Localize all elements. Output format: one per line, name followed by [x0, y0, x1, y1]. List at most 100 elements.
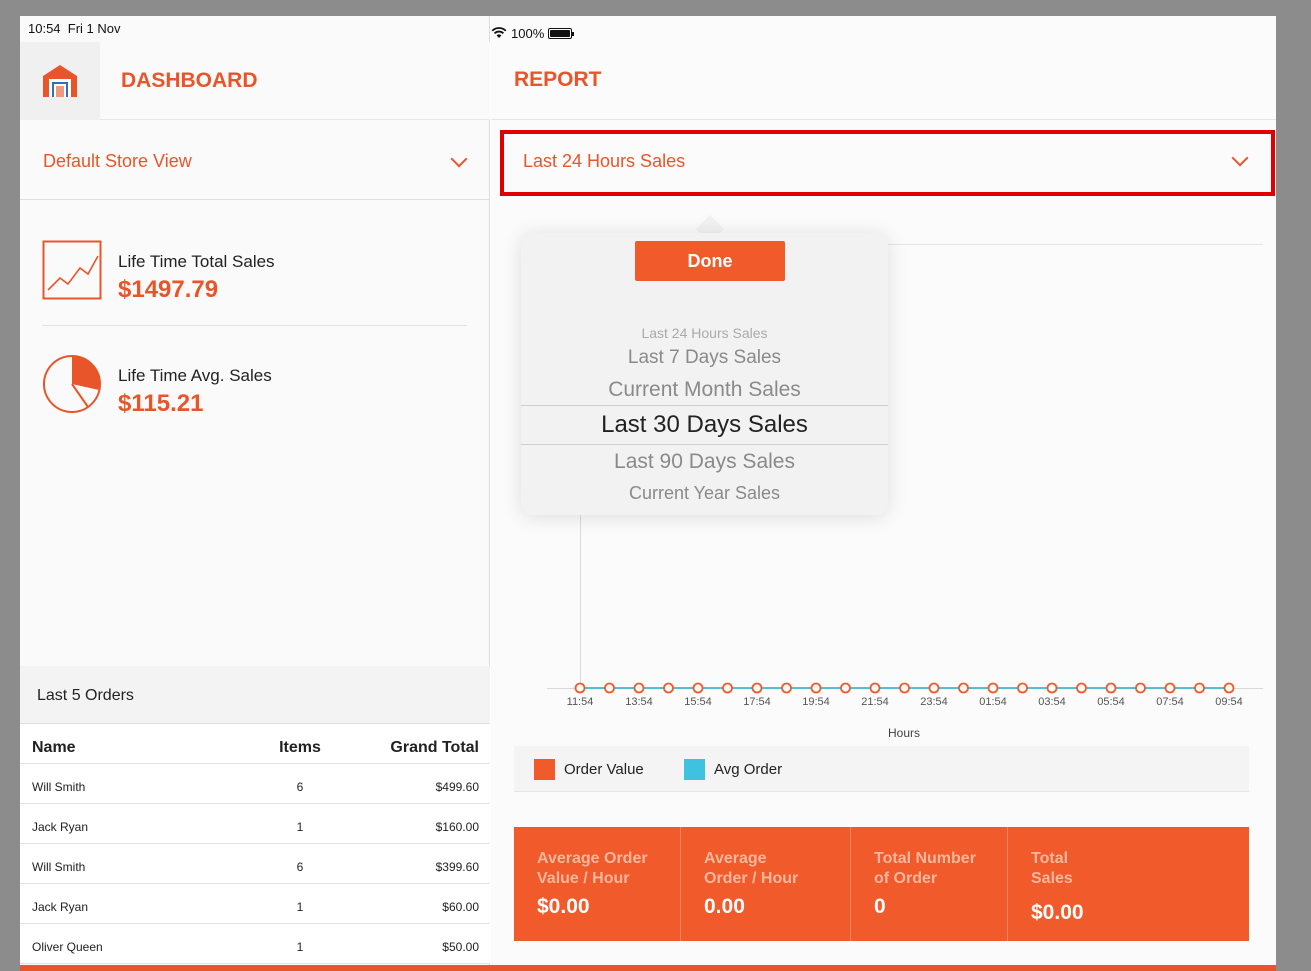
stat-label: Life Time Avg. Sales: [118, 366, 272, 385]
data-point: [633, 682, 645, 694]
data-point: [1135, 682, 1146, 694]
picker-option[interactable]: Current Year Sales: [521, 483, 888, 504]
col-items-header: Items: [279, 739, 321, 756]
status-bar: 10:54 Fri 1 Nov 100%: [20, 16, 1276, 46]
table-row[interactable]: Oliver Queen 1 $50.00: [20, 924, 490, 964]
picker-option[interactable]: Last 7 Days Sales: [521, 347, 888, 369]
data-point: [928, 682, 940, 694]
home-button[interactable]: [20, 42, 100, 120]
dashboard-pane: DASHBOARD Default Store View Life Time T…: [20, 16, 490, 971]
x-tick-label: 13:54: [625, 696, 653, 708]
sales-range-picker[interactable]: Done Last 24 Hours Sales Last 7 Days Sal…: [521, 233, 888, 515]
summary-total-sales: Total Sales $0.00: [1008, 827, 1249, 941]
data-point: [692, 682, 704, 694]
summary-avg-order: Average Order / Hour 0.00: [681, 827, 851, 941]
order-name: Oliver Queen: [32, 940, 103, 954]
ipad-screen: 10:54 Fri 1 Nov 100% DASHBOARD Default S…: [20, 16, 1276, 971]
data-point: [987, 682, 999, 694]
x-tick-label: 05:54: [1097, 696, 1125, 708]
picker-option[interactable]: Last 90 Days Sales: [521, 450, 888, 474]
summary-total-orders: Total Number of Order 0: [851, 827, 1008, 941]
order-total: $50.00: [442, 940, 479, 954]
battery-percent: 100%: [511, 25, 545, 41]
pie-chart-icon: [43, 355, 101, 413]
summary-caption: Total Number of Order: [874, 850, 976, 887]
order-total: $160.00: [435, 820, 479, 834]
data-point: [663, 682, 674, 694]
data-point: [574, 682, 586, 694]
order-name: Will Smith: [32, 860, 86, 874]
data-point: [810, 682, 822, 694]
stat-value: $115.21: [118, 390, 204, 417]
table-row[interactable]: Jack Ryan 1 $160.00: [20, 804, 490, 844]
order-name: Jack Ryan: [32, 820, 89, 834]
legend-label: Order Value: [564, 761, 644, 778]
x-tick-label: 17:54: [743, 696, 771, 708]
lifetime-total-sales: Life Time Total Sales $1497.79: [42, 240, 467, 326]
chart-x-label: Hours: [888, 726, 921, 740]
data-point: [1046, 682, 1058, 694]
summary-value: $0.00: [1031, 901, 1084, 924]
x-tick-label: 11:54: [567, 696, 594, 708]
done-button[interactable]: Done: [635, 241, 785, 281]
lifetime-avg-sales: Life Time Avg. Sales $115.21: [42, 354, 467, 454]
picker-option-selected[interactable]: Last 30 Days Sales: [521, 411, 888, 439]
x-tick-label: 07:54: [1156, 696, 1184, 708]
col-total-header: Grand Total: [390, 739, 479, 756]
order-name: Jack Ryan: [32, 900, 89, 914]
sales-summary: Average Order Value / Hour $0.00 Average O…: [514, 827, 1249, 941]
x-tick-label: 01:54: [979, 696, 1007, 708]
order-items: 1: [296, 900, 304, 914]
order-name: Will Smith: [32, 780, 86, 794]
data-point: [1076, 682, 1087, 694]
report-header: REPORT: [491, 42, 1276, 120]
x-tick-label: 21:54: [861, 696, 889, 708]
line-chart-icon: [42, 240, 102, 300]
last-orders-title: Last 5 Orders: [37, 687, 134, 704]
wifi-icon: [491, 27, 507, 38]
summary-caption: Average Order Value / Hour: [537, 850, 648, 887]
x-tick-label: 23:54: [920, 696, 948, 708]
status-time: 10:54 Fri 1 Nov: [28, 21, 121, 36]
table-row[interactable]: Jack Ryan 1 $60.00: [20, 884, 490, 924]
x-tick-label: 03:54: [1038, 696, 1066, 708]
bottom-accent-bar: [20, 965, 1276, 971]
status-right: 100%: [491, 20, 1276, 46]
data-point: [869, 682, 881, 694]
data-point: [781, 682, 792, 694]
summary-caption: Total Sales: [1031, 850, 1073, 887]
summary-avg-order-value: Average Order Value / Hour $0.00: [514, 827, 681, 941]
chart-legend: Order Value Avg Order: [514, 746, 1249, 792]
order-total: $499.60: [435, 780, 479, 794]
summary-value: 0: [874, 895, 886, 918]
data-point: [1105, 682, 1117, 694]
data-point: [604, 682, 615, 694]
summary-value: 0.00: [704, 895, 745, 918]
table-row[interactable]: Will Smith 6 $499.60: [20, 764, 490, 804]
store-view-label: Default Store View: [43, 151, 192, 171]
data-point: [899, 682, 910, 694]
col-name-header: Name: [32, 739, 76, 756]
table-header: Name Items Grand Total: [20, 724, 490, 764]
x-tick-label: 19:54: [802, 696, 830, 708]
summary-caption: Average Order / Hour: [704, 850, 799, 887]
data-point: [958, 682, 969, 694]
x-tick-label: 15:54: [684, 696, 712, 708]
table-row[interactable]: Will Smith 6 $399.60: [20, 844, 490, 884]
last-orders-header: Last 5 Orders: [20, 666, 490, 724]
sales-range-select[interactable]: Last 24 Hours Sales: [500, 130, 1275, 196]
picker-option[interactable]: Current Month Sales: [521, 378, 888, 402]
order-total: $60.00: [442, 900, 479, 914]
legend-swatch-avg-order: [684, 759, 705, 780]
data-point: [1164, 682, 1176, 694]
data-point: [840, 682, 851, 694]
report-title: REPORT: [514, 68, 602, 91]
order-total: $399.60: [435, 860, 479, 874]
store-view-select[interactable]: Default Store View: [20, 120, 490, 200]
dashboard-header: DASHBOARD: [20, 42, 490, 120]
picker-option[interactable]: Last 24 Hours Sales: [521, 325, 888, 341]
stat-value: $1497.79: [118, 276, 219, 303]
legend-swatch-order-value: [534, 759, 555, 780]
chevron-down-icon: [450, 150, 468, 168]
order-items: 6: [296, 780, 304, 794]
